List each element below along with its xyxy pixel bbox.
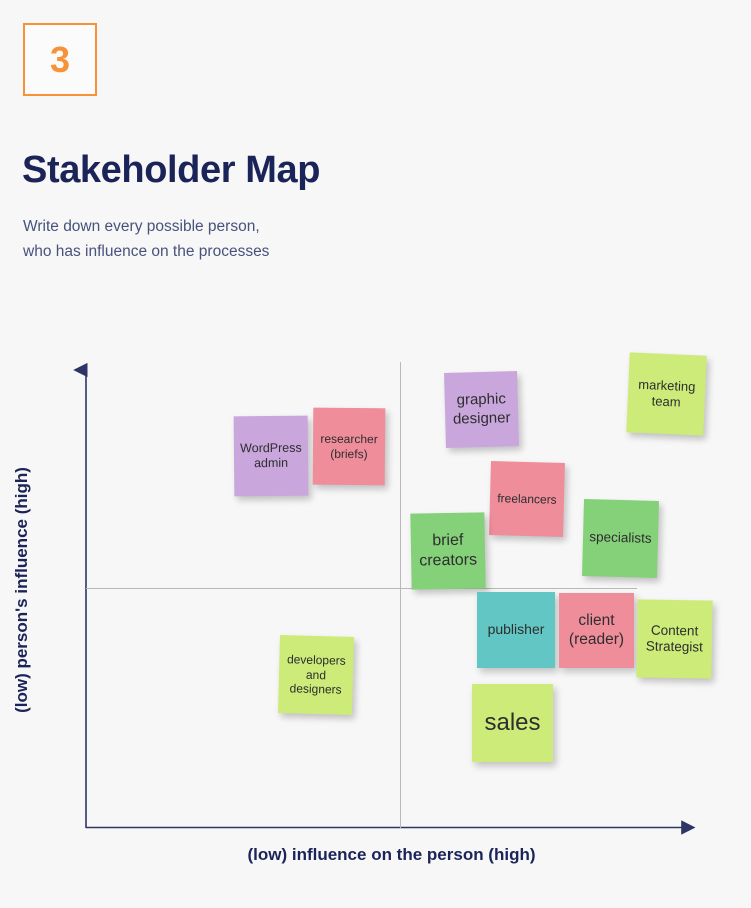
sticky-note-label: freelancers	[497, 490, 557, 507]
sticky-note[interactable]: publisher	[477, 592, 555, 668]
quadrant-divider-vertical	[400, 362, 401, 828]
sticky-note-label: specialists	[589, 529, 652, 547]
sticky-note-label: marketing team	[638, 376, 696, 410]
sticky-note[interactable]: graphic designer	[444, 371, 519, 448]
step-number-badge: 3	[23, 23, 97, 96]
sticky-note-label: Content Strategist	[645, 622, 704, 655]
sticky-note[interactable]: developers and designers	[277, 635, 355, 715]
sticky-note-label: client (reader)	[568, 611, 625, 648]
sticky-note-label: researcher (briefs)	[320, 431, 378, 461]
sticky-note-label: WordPress admin	[240, 440, 302, 471]
sticky-note-label: graphic designer	[452, 390, 511, 428]
step-number-value: 3	[49, 38, 71, 80]
sticky-note-label: sales	[484, 709, 541, 737]
sticky-note[interactable]: client (reader)	[559, 593, 634, 668]
sticky-note-label: developers and designers	[286, 652, 346, 697]
sticky-note[interactable]: brief creators	[410, 512, 486, 590]
sticky-note[interactable]: marketing team	[626, 352, 707, 436]
sticky-note-label: publisher	[487, 621, 545, 638]
page-subtitle: Write down every possible person, who ha…	[23, 217, 270, 260]
y-axis-label: (low) person's influence (high)	[12, 467, 31, 713]
x-axis-label: (low) influence on the person (high)	[247, 845, 536, 864]
page-title: Stakeholder Map	[22, 149, 321, 192]
stakeholder-matrix: (low) person's influence (high) (low) in…	[0, 340, 751, 864]
sticky-note[interactable]: WordPress admin	[233, 415, 309, 497]
sticky-note-label: brief creators	[419, 532, 478, 570]
sticky-note[interactable]: freelancers	[489, 461, 565, 537]
sticky-note[interactable]: sales	[472, 684, 553, 762]
sticky-note[interactable]: researcher (briefs)	[312, 407, 386, 486]
sticky-note[interactable]: Content Strategist	[636, 599, 713, 679]
sticky-note[interactable]: specialists	[582, 499, 659, 578]
quadrant-divider-horizontal	[86, 588, 637, 589]
